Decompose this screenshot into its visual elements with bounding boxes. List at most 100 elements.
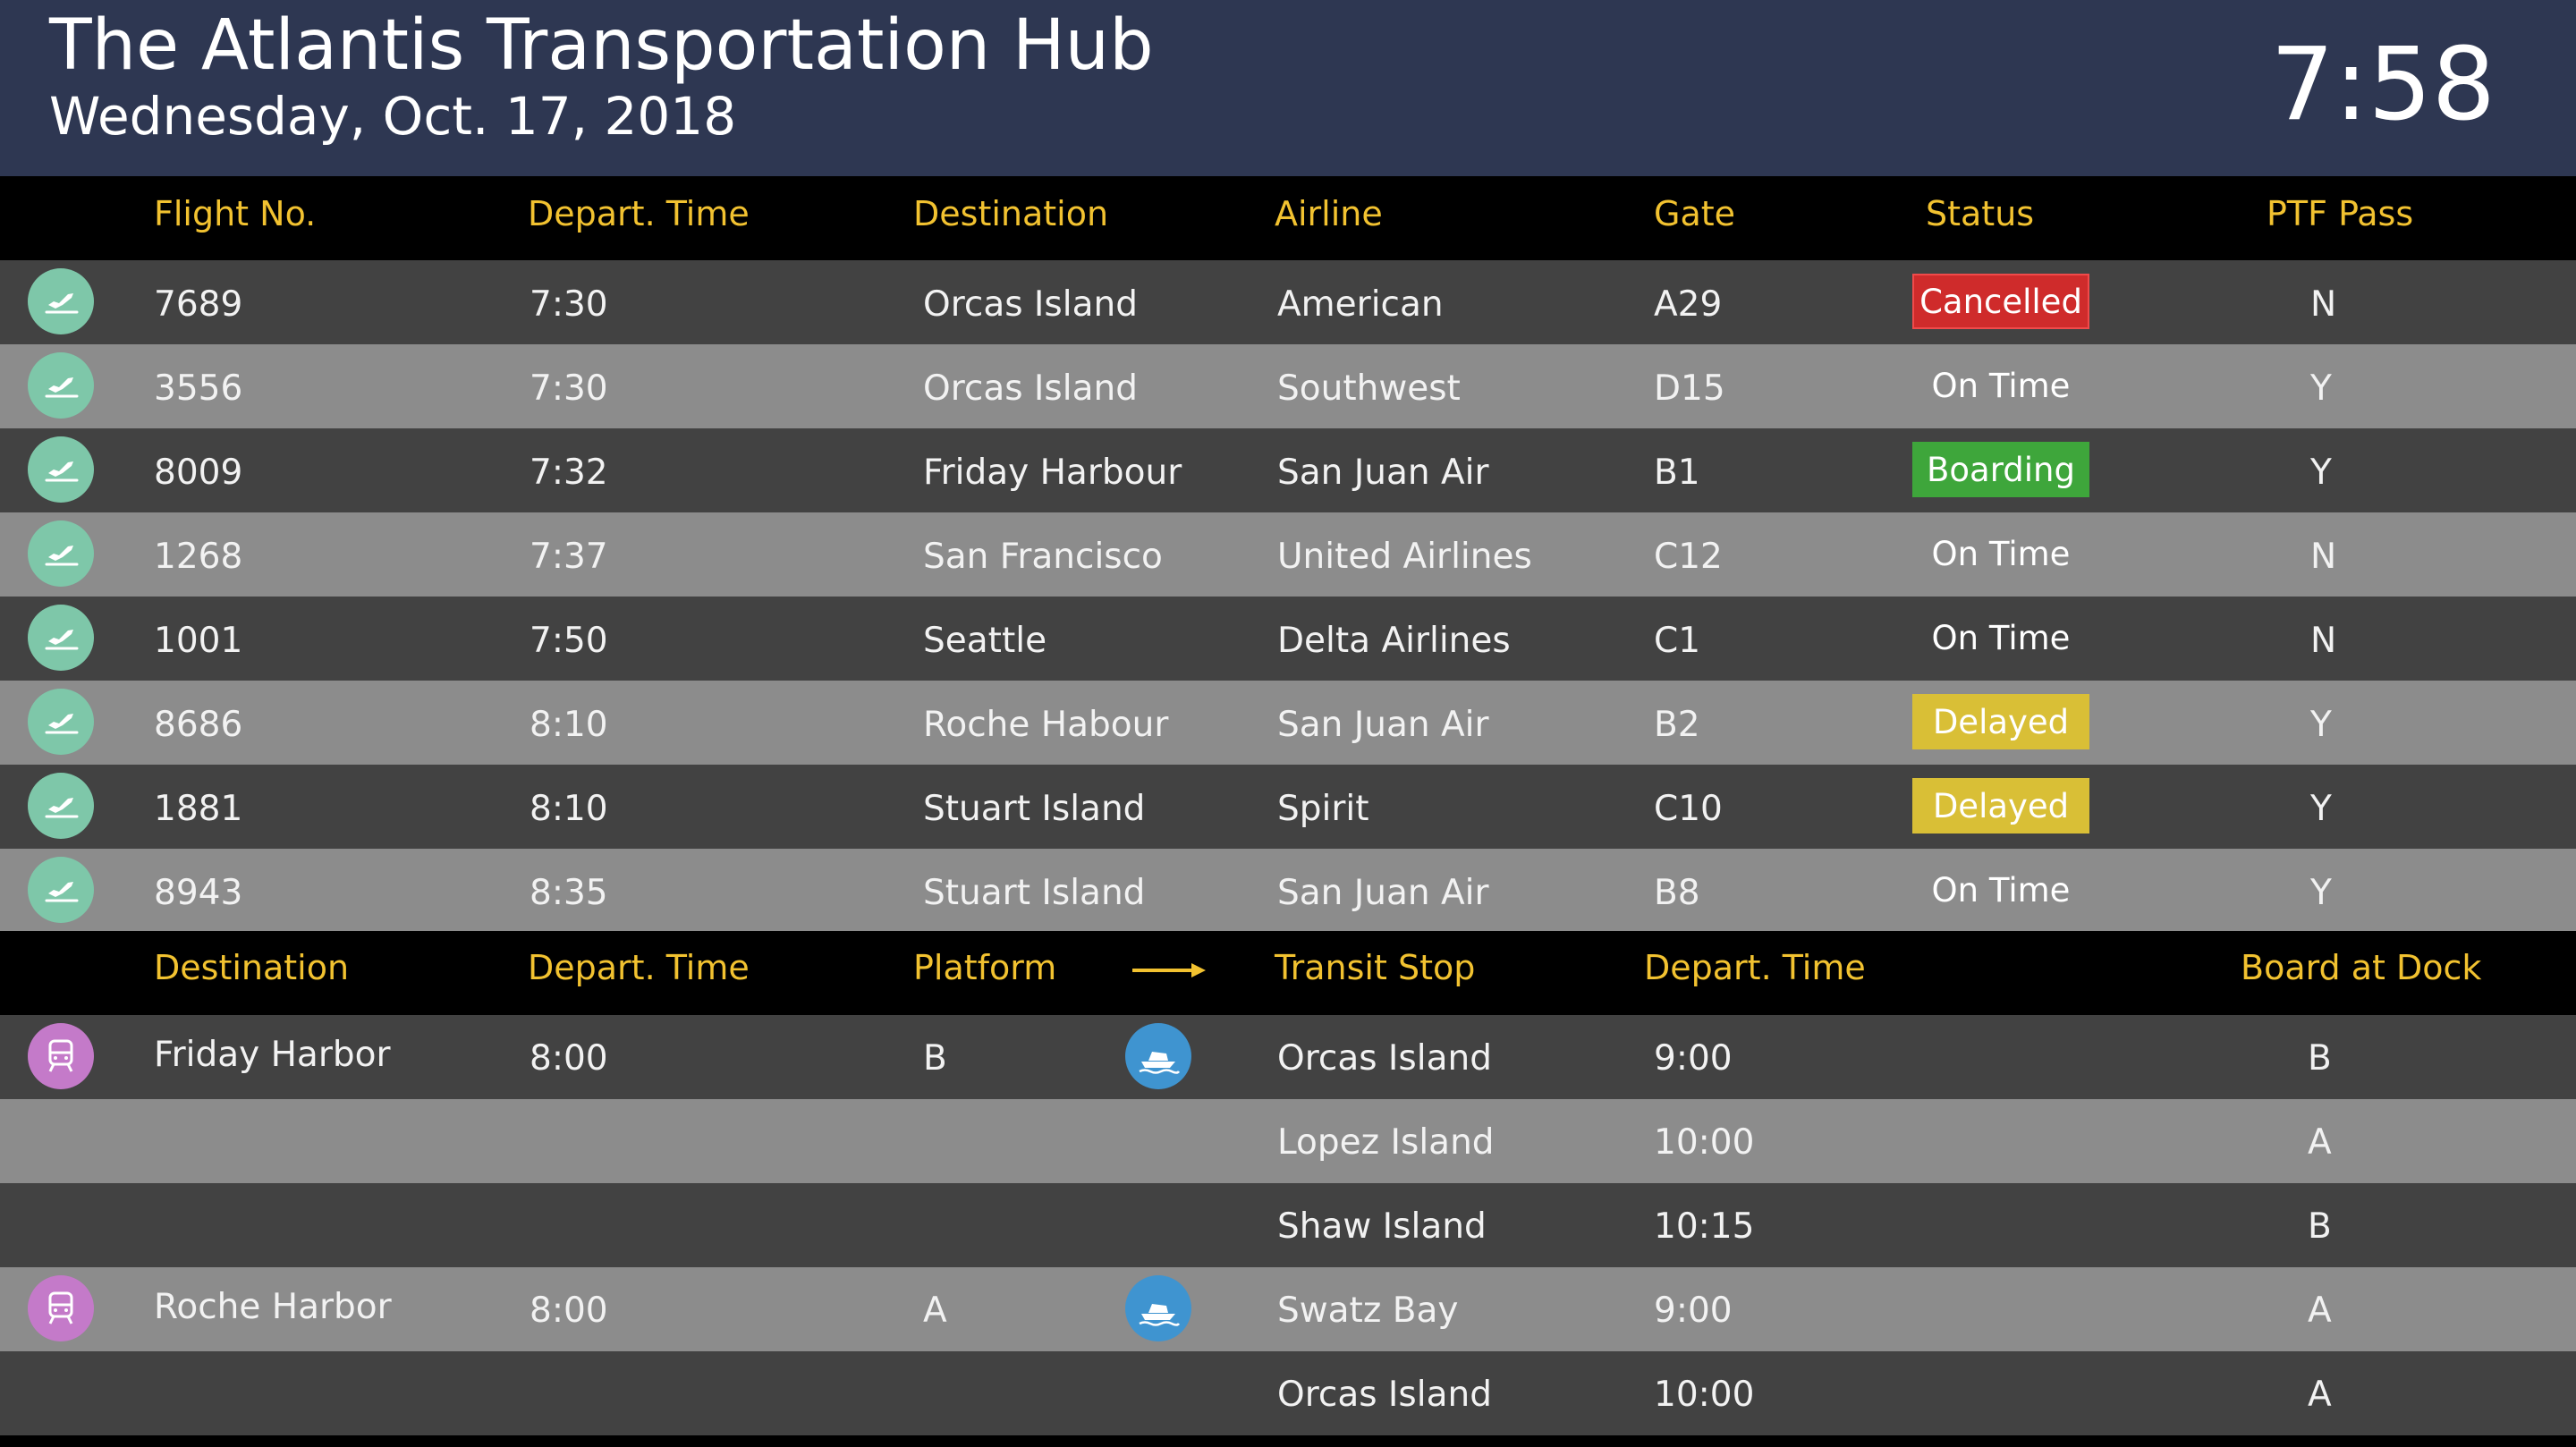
- gate: B2: [1654, 705, 1700, 745]
- col-ptf-pass: PTF Pass: [2267, 194, 2414, 233]
- col-transit-depart-time-2: Depart. Time: [1644, 948, 1866, 987]
- destination: Seattle: [923, 621, 1047, 661]
- board-at-dock: B: [2308, 1206, 2332, 1247]
- flights-header-band: Flight No. Depart. Time Destination Airl…: [0, 176, 2576, 260]
- flight-number: 1881: [154, 789, 243, 829]
- ptf-pass: N: [2310, 284, 2337, 325]
- transit-stop: Orcas Island: [1277, 1375, 1492, 1415]
- transit-stop: Swatz Bay: [1277, 1290, 1459, 1331]
- transit-stop: Lopez Island: [1277, 1122, 1495, 1163]
- status-badge: Delayed: [1912, 694, 2089, 749]
- airline: San Juan Air: [1277, 453, 1489, 493]
- gate: C1: [1654, 621, 1701, 661]
- status-badge: On Time: [1931, 534, 2071, 573]
- depart-time: 8:10: [530, 789, 608, 829]
- destination: Roche Habour: [923, 705, 1169, 745]
- airplane-takeoff-icon: [28, 268, 94, 334]
- airplane-takeoff-icon: [28, 773, 94, 839]
- flight-row: 7689 7:30 Orcas Island American A29 N Cancelle…: [0, 260, 2576, 344]
- flight-number: 8943: [154, 873, 243, 913]
- board-at-dock: A: [2308, 1122, 2332, 1163]
- transit-depart-time: 8:00: [530, 1290, 608, 1331]
- destination: San Francisco: [923, 537, 1163, 577]
- flight-row: 1268 7:37 San Francisco United Airlines C12 N…: [0, 512, 2576, 597]
- flight-number: 1001: [154, 621, 243, 661]
- train-icon: [28, 1275, 94, 1341]
- stop-depart-time: 10:00: [1654, 1375, 1755, 1415]
- airline: American: [1277, 284, 1444, 325]
- flight-row: 1001 7:50 Seattle Delta Airlines C1 N On Time: [0, 597, 2576, 681]
- stop-depart-time: 10:00: [1654, 1122, 1755, 1163]
- ptf-pass: Y: [2310, 453, 2332, 493]
- platform: A: [923, 1290, 947, 1331]
- col-gate: Gate: [1654, 194, 1736, 233]
- col-transit-destination: Destination: [154, 948, 350, 987]
- gate: B1: [1654, 453, 1700, 493]
- transit-row: Shaw Island 10:15 B: [0, 1183, 2576, 1267]
- gate: D15: [1654, 368, 1725, 409]
- status-badge: On Time: [1931, 366, 2071, 405]
- airplane-takeoff-icon: [28, 689, 94, 755]
- gate: A29: [1654, 284, 1723, 325]
- depart-time: 7:30: [530, 284, 608, 325]
- ferry-icon: [1125, 1023, 1191, 1089]
- flight-number: 7689: [154, 284, 243, 325]
- ptf-pass: N: [2310, 621, 2337, 661]
- transit-depart-time: 8:00: [530, 1038, 608, 1079]
- gate: C12: [1654, 537, 1723, 577]
- depart-time: 7:30: [530, 368, 608, 409]
- status-badge: Cancelled: [1912, 274, 2089, 329]
- transit-row: Orcas Island 10:00 A: [0, 1351, 2576, 1435]
- current-time: 7:58: [2270, 27, 2496, 143]
- flight-number: 1268: [154, 537, 243, 577]
- stop-depart-time: 9:00: [1654, 1038, 1733, 1079]
- status-badge: Boarding: [1912, 442, 2089, 497]
- status-badge: Delayed: [1912, 778, 2089, 834]
- col-platform: Platform: [913, 948, 1057, 987]
- col-airline: Airline: [1275, 194, 1383, 233]
- airline: Spirit: [1277, 789, 1369, 829]
- flight-row: 1881 8:10 Stuart Island Spirit C10 Y Delayed: [0, 765, 2576, 849]
- col-transit-stop: Transit Stop: [1275, 948, 1476, 987]
- flight-number: 3556: [154, 368, 243, 409]
- airline: Southwest: [1277, 368, 1461, 409]
- flight-row: 8943 8:35 Stuart Island San Juan Air B8 Y On T…: [0, 849, 2576, 933]
- flight-row: 8686 8:10 Roche Habour San Juan Air B2 Y Delay…: [0, 681, 2576, 765]
- depart-time: 7:32: [530, 453, 608, 493]
- depart-time: 8:10: [530, 705, 608, 745]
- airplane-takeoff-icon: [28, 436, 94, 503]
- ptf-pass: Y: [2310, 873, 2332, 913]
- flight-row: 8009 7:32 Friday Harbour San Juan Air B1 Y Boa…: [0, 428, 2576, 512]
- ptf-pass: Y: [2310, 368, 2332, 409]
- destination: Orcas Island: [923, 284, 1138, 325]
- col-board-at-dock: Board at Dock: [2241, 948, 2482, 987]
- status-badge: On Time: [1931, 618, 2071, 657]
- col-destination: Destination: [913, 194, 1109, 233]
- ferry-icon: [1125, 1275, 1191, 1341]
- train-icon: [28, 1023, 94, 1089]
- transit-row: Lopez Island 10:00 A: [0, 1099, 2576, 1183]
- gate: B8: [1654, 873, 1700, 913]
- gate: C10: [1654, 789, 1723, 829]
- hub-date: Wednesday, Oct. 17, 2018: [49, 86, 737, 147]
- airline: Delta Airlines: [1277, 621, 1511, 661]
- transit-row: Roche Harbor 8:00 A Swatz Bay 9:00 A: [0, 1267, 2576, 1351]
- destination: Orcas Island: [923, 368, 1138, 409]
- col-depart-time: Depart. Time: [528, 194, 750, 233]
- col-transit-depart-time: Depart. Time: [528, 948, 750, 987]
- flight-number: 8686: [154, 705, 243, 745]
- flight-row: 3556 7:30 Orcas Island Southwest D15 Y On Time: [0, 344, 2576, 428]
- status-badge: On Time: [1931, 870, 2071, 910]
- board-at-dock: A: [2308, 1290, 2332, 1331]
- airplane-takeoff-icon: [28, 857, 94, 923]
- destination: Stuart Island: [923, 789, 1146, 829]
- airplane-takeoff-icon: [28, 520, 94, 587]
- ptf-pass: N: [2310, 537, 2337, 577]
- board-at-dock: B: [2308, 1038, 2332, 1079]
- destination: Stuart Island: [923, 873, 1146, 913]
- transit-destination: Friday Harbor: [154, 1035, 391, 1075]
- destination: Friday Harbour: [923, 453, 1182, 493]
- airplane-takeoff-icon: [28, 605, 94, 671]
- ptf-pass: Y: [2310, 705, 2332, 745]
- board-header: The Atlantis Transportation Hub Wednesda…: [0, 0, 2576, 176]
